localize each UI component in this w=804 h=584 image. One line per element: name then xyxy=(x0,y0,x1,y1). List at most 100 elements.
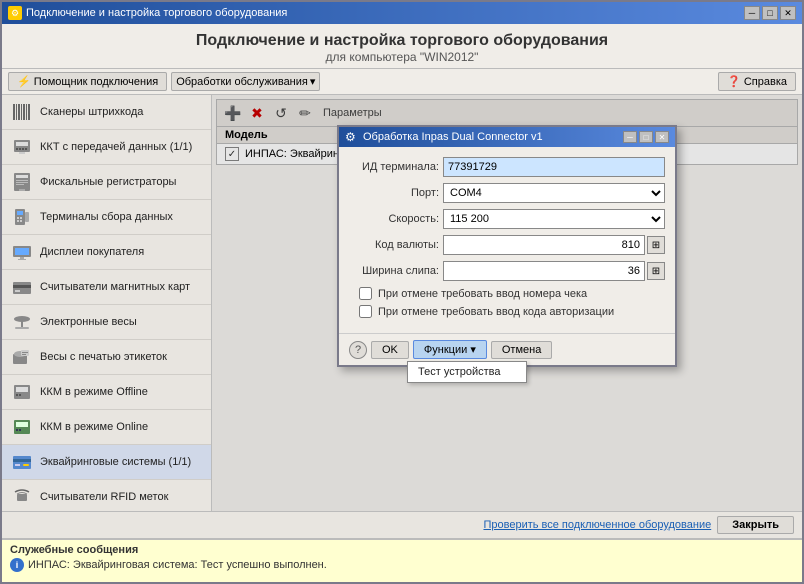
slip-calc-button[interactable]: ⊞ xyxy=(647,262,665,280)
modal-title: Обработка Inpas Dual Connector v1 xyxy=(363,131,543,143)
slip-input[interactable] xyxy=(443,261,645,281)
assistant-button[interactable]: ⚡ Помощник подключения xyxy=(8,72,167,91)
functions-button[interactable]: Функции ▾ xyxy=(413,340,487,359)
app-subtitle: для компьютера "WIN2012" xyxy=(6,50,798,64)
kkt-icon xyxy=(10,135,34,159)
modal-title-left: ⚙ Обработка Inpas Dual Connector v1 xyxy=(345,130,543,144)
modal-footer: ? OK Функции ▾ Отмена Тест устройства xyxy=(339,333,675,365)
main-toolbar: ⚡ Помощник подключения Обработки обслужи… xyxy=(2,69,802,95)
info-icon: i xyxy=(10,558,24,572)
status-message-text: ИНПАС: Эквайринговая система: Тест успеш… xyxy=(28,559,327,571)
label-scale-icon xyxy=(10,345,34,369)
functions-label: Функции xyxy=(424,344,467,356)
modal-title-bar: ⚙ Обработка Inpas Dual Connector v1 ─ □ … xyxy=(339,127,675,147)
functions-chevron-icon: ▾ xyxy=(470,344,476,356)
sidebar-label: Сканеры штрихкода xyxy=(40,106,143,118)
terminal-id-label: ИД терминала: xyxy=(349,161,439,173)
app-title: Подключение и настройка торгового оборуд… xyxy=(6,32,798,50)
close-window-button[interactable]: ✕ xyxy=(780,6,796,20)
terminal-icon xyxy=(10,205,34,229)
service-dropdown[interactable]: Обработки обслуживания ▾ xyxy=(171,72,320,91)
display-icon xyxy=(10,240,34,264)
bottom-bar: Проверить все подключенное оборудование … xyxy=(2,511,802,538)
modal-help-button[interactable]: ? xyxy=(349,341,367,359)
status-bar: Служебные сообщения i ИНПАС: Эквайрингов… xyxy=(2,538,802,582)
assistant-icon: ⚡ xyxy=(17,75,31,88)
assistant-label: Помощник подключения xyxy=(34,76,158,88)
sidebar-item-rfid[interactable]: Считыватели RFID меток xyxy=(2,480,211,511)
modal-controls: ─ □ ✕ xyxy=(623,131,669,143)
modal-maximize-button[interactable]: □ xyxy=(639,131,653,143)
sidebar-item-kkm-online[interactable]: ККМ в режиме Online xyxy=(2,410,211,445)
sidebar-item-scales[interactable]: Электронные весы xyxy=(2,305,211,340)
main-content: Сканеры штрихкода ККТ с передачей данных… xyxy=(2,95,802,511)
currency-calc-button[interactable]: ⊞ xyxy=(647,236,665,254)
fiscal-icon xyxy=(10,170,34,194)
sidebar-label: Терминалы сбора данных xyxy=(40,211,173,223)
sidebar-item-label-scales[interactable]: Весы с печатью этикеток xyxy=(2,340,211,375)
minimize-button[interactable]: ─ xyxy=(744,6,760,20)
sidebar-label: ККМ в режиме Online xyxy=(40,421,148,433)
currency-row: Код валюты: ⊞ xyxy=(349,235,665,255)
terminal-id-input[interactable] xyxy=(443,157,665,177)
sidebar-item-acquiring[interactable]: Эквайринговые системы (1/1) xyxy=(2,445,211,480)
acquiring-icon xyxy=(10,450,34,474)
modal-icon: ⚙ xyxy=(345,130,359,144)
sidebar-item-mag-card[interactable]: Считыватели магнитных карт xyxy=(2,270,211,305)
port-select[interactable]: COM4 COM1 COM2 COM3 COM5 xyxy=(443,183,665,203)
sidebar-item-kkm-offline[interactable]: ККМ в режиме Offline xyxy=(2,375,211,410)
currency-input[interactable] xyxy=(443,235,645,255)
checkbox2-input[interactable] xyxy=(359,305,372,318)
sidebar-label: ККТ с передачей данных (1/1) xyxy=(40,141,192,153)
check-all-link[interactable]: Проверить все подключенное оборудование xyxy=(483,519,711,531)
slip-input-group: ⊞ xyxy=(443,261,665,281)
sidebar-item-display[interactable]: Дисплеи покупателя xyxy=(2,235,211,270)
checkbox1-input[interactable] xyxy=(359,287,372,300)
checkbox1-label: При отмене требовать ввод номера чека xyxy=(378,288,587,300)
sidebar-label: Электронные весы xyxy=(40,316,137,328)
sidebar-label: Фискальные регистраторы xyxy=(40,176,176,188)
sidebar-item-barcode-scanners[interactable]: Сканеры штрихкода xyxy=(2,95,211,130)
sidebar-label: Весы с печатью этикеток xyxy=(40,351,167,363)
barcode-icon xyxy=(10,100,34,124)
sidebar: Сканеры штрихкода ККТ с передачей данных… xyxy=(2,95,212,511)
slip-label: Ширина слипа: xyxy=(349,265,439,277)
sidebar-item-terminals[interactable]: Терминалы сбора данных xyxy=(2,200,211,235)
speed-row: Скорость: 115 200 9600 19200 38400 57600 xyxy=(349,209,665,229)
test-device-item[interactable]: Тест устройства xyxy=(408,362,526,382)
main-window: ⚙ Подключение и настройка торгового обор… xyxy=(0,0,804,584)
help-icon: ❓ xyxy=(727,75,741,88)
modal-content: ИД терминала: Порт: COM4 COM1 COM2 COM3 xyxy=(339,147,675,333)
ok-button[interactable]: OK xyxy=(371,341,409,359)
help-label: Справка xyxy=(744,76,787,88)
terminal-id-row: ИД терминала: xyxy=(349,157,665,177)
sidebar-item-kkt[interactable]: ККТ с передачей данных (1/1) xyxy=(2,130,211,165)
speed-select[interactable]: 115 200 9600 19200 38400 57600 xyxy=(443,209,665,229)
sidebar-label: Считыватели магнитных карт xyxy=(40,281,190,293)
title-bar-controls: ─ □ ✕ xyxy=(744,6,796,20)
port-label: Порт: xyxy=(349,187,439,199)
modal-minimize-button[interactable]: ─ xyxy=(623,131,637,143)
window-title: Подключение и настройка торгового оборуд… xyxy=(26,7,287,19)
title-bar-left: ⚙ Подключение и настройка торгового обор… xyxy=(8,6,287,20)
checkbox2-label: При отмене требовать ввод кода авторизац… xyxy=(378,306,614,318)
speed-label: Скорость: xyxy=(349,213,439,225)
modal-dialog: ⚙ Обработка Inpas Dual Connector v1 ─ □ … xyxy=(337,125,677,367)
modal-overlay: ⚙ Обработка Inpas Dual Connector v1 ─ □ … xyxy=(212,95,802,511)
cancel-button[interactable]: Отмена xyxy=(491,341,552,359)
main-close-button[interactable]: Закрыть xyxy=(717,516,794,534)
kkm-online-icon xyxy=(10,415,34,439)
checkbox1-row: При отмене требовать ввод номера чека xyxy=(349,287,665,300)
kkm-offline-icon xyxy=(10,380,34,404)
functions-dropdown: Тест устройства xyxy=(407,361,527,383)
currency-label: Код валюты: xyxy=(349,239,439,251)
port-row: Порт: COM4 COM1 COM2 COM3 COM5 xyxy=(349,183,665,203)
sidebar-item-fiscal[interactable]: Фискальные регистраторы xyxy=(2,165,211,200)
card-icon xyxy=(10,275,34,299)
help-button[interactable]: ❓ Справка xyxy=(718,72,796,91)
modal-close-button[interactable]: ✕ xyxy=(655,131,669,143)
maximize-button[interactable]: □ xyxy=(762,6,778,20)
currency-input-group: ⊞ xyxy=(443,235,665,255)
sidebar-label: Эквайринговые системы (1/1) xyxy=(40,456,191,468)
app-icon: ⚙ xyxy=(8,6,22,20)
